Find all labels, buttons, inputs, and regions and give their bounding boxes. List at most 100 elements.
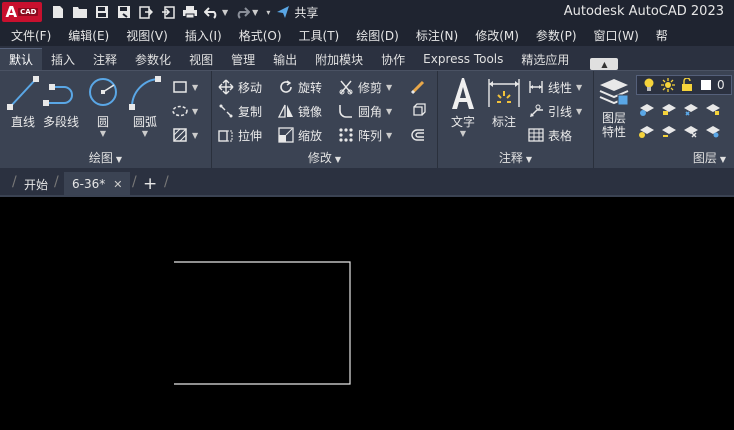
layer-freeze-icon[interactable] [682, 101, 698, 117]
tab-parametric[interactable]: 参数化 [126, 48, 180, 70]
menu-view[interactable]: 视图(V) [115, 27, 174, 44]
fillet-button[interactable]: 圆角 ▼ [338, 101, 392, 121]
tab-collaborate[interactable]: 协作 [372, 48, 414, 70]
menu-modify[interactable]: 修改(M) [464, 27, 525, 44]
rectangle-button[interactable]: ▼ [172, 77, 198, 97]
menu-tools[interactable]: 工具(T) [288, 27, 346, 44]
layer-color-swatch-icon [698, 77, 714, 93]
tab-express-tools[interactable]: Express Tools [414, 48, 512, 70]
layer-properties-button[interactable]: 图层 特性 [598, 75, 630, 139]
copy-button[interactable]: 复制 [218, 101, 262, 121]
tab-annotate[interactable]: 注释 [84, 48, 126, 70]
tab-default[interactable]: 默认 [0, 48, 43, 70]
hatch-button[interactable]: ▼ [172, 125, 198, 145]
explode-button[interactable] [410, 101, 426, 121]
drawing-canvas[interactable] [0, 197, 734, 430]
customize-toolbar-icon[interactable]: ▾ [266, 8, 270, 17]
close-icon[interactable]: ✕ [113, 178, 122, 191]
fillet-dropdown-icon[interactable]: ▼ [386, 107, 392, 116]
layer-previous-icon[interactable] [660, 123, 676, 139]
menu-dimension[interactable]: 标注(N) [405, 27, 464, 44]
open-folder-icon[interactable] [72, 4, 88, 20]
menu-format[interactable]: 格式(O) [228, 27, 288, 44]
menu-help[interactable]: 帮 [645, 27, 674, 44]
save-icon[interactable] [94, 4, 110, 20]
undo-icon[interactable] [204, 4, 220, 20]
menu-edit[interactable]: 编辑(E) [57, 27, 115, 44]
trim-button[interactable]: 修剪 ▼ [338, 77, 392, 97]
layer-isolate-icon[interactable] [660, 101, 676, 117]
layer-thaw-icon[interactable] [704, 123, 720, 139]
import-icon[interactable] [160, 4, 176, 20]
menu-parametric[interactable]: 参数(P) [525, 27, 583, 44]
rectangle-dropdown-icon[interactable]: ▼ [192, 83, 198, 92]
drawn-polyline[interactable] [174, 261, 351, 385]
annotation-panel-title[interactable]: 注释 ▼ [438, 149, 593, 166]
mirror-button[interactable]: 镜像 [278, 101, 322, 121]
tab-view[interactable]: 视图 [180, 48, 222, 70]
new-icon[interactable] [50, 4, 66, 20]
layer-lock-icon[interactable] [704, 101, 720, 117]
menu-window[interactable]: 窗口(W) [583, 27, 645, 44]
menu-draw[interactable]: 绘图(D) [345, 27, 405, 44]
leader-dropdown-icon[interactable]: ▼ [576, 107, 582, 116]
share-button[interactable]: 共享 [276, 4, 318, 21]
tab-manage[interactable]: 管理 [222, 48, 264, 70]
ribbon-minimize-icon[interactable]: ▲ [590, 58, 619, 70]
layer-match-icon[interactable] [638, 123, 654, 139]
ellipse-dropdown-icon[interactable]: ▼ [192, 107, 198, 116]
stretch-button[interactable]: 拉伸 [218, 125, 262, 145]
tab-start[interactable]: 开始 [24, 172, 48, 196]
linear-dropdown-icon[interactable]: ▼ [576, 83, 582, 92]
line-button[interactable]: 直线 [6, 75, 40, 130]
menu-insert[interactable]: 插入(I) [174, 27, 228, 44]
title-bar: A CAD ▼ ▼ ▾ 共享 Autodesk AutoCAD 2023 [0, 0, 734, 24]
scale-button[interactable]: 缩放 [278, 125, 322, 145]
layer-unisolate-icon[interactable] [682, 123, 698, 139]
layers-panel-title[interactable]: 图层 ▼ [594, 149, 734, 166]
circle-dropdown-icon[interactable]: ▼ [100, 129, 106, 138]
redo-dropdown-icon[interactable]: ▼ [252, 8, 258, 17]
dimension-button[interactable]: 标注 [486, 75, 522, 130]
redo-icon[interactable] [234, 4, 251, 20]
print-icon[interactable] [182, 4, 198, 20]
hatch-dropdown-icon[interactable]: ▼ [192, 131, 198, 140]
rotate-icon [278, 79, 294, 95]
circle-button[interactable]: 圆 ▼ [86, 75, 120, 138]
layer-tools-row-2 [638, 121, 720, 141]
trim-dropdown-icon[interactable]: ▼ [386, 83, 392, 92]
drawing-svg [174, 261, 351, 385]
layer-dropdown[interactable]: 0 [636, 75, 732, 95]
tab-featured-apps[interactable]: 精选应用 [512, 48, 578, 70]
chevron-down-icon: ▼ [115, 155, 123, 164]
ellipse-button[interactable]: ▼ [172, 101, 198, 121]
linear-button[interactable]: 线性 ▼ [528, 77, 582, 97]
tab-insert[interactable]: 插入 [42, 48, 84, 70]
tab-output[interactable]: 输出 [264, 48, 306, 70]
save-as-icon[interactable] [116, 4, 132, 20]
text-dropdown-icon[interactable]: ▼ [460, 129, 466, 138]
export-icon[interactable] [138, 4, 154, 20]
arc-button[interactable]: 圆弧 ▼ [128, 75, 162, 138]
rotate-button[interactable]: 旋转 [278, 77, 322, 97]
lightbulb-icon [641, 77, 657, 93]
tab-drawing-6-36[interactable]: 6-36* ✕ [64, 172, 131, 196]
polyline-button[interactable]: 多段线 [42, 75, 80, 130]
undo-dropdown-icon[interactable]: ▼ [222, 8, 228, 17]
text-button[interactable]: 文字 ▼ [446, 75, 480, 138]
leader-button[interactable]: 引线 ▼ [528, 101, 582, 121]
offset-button[interactable] [410, 125, 426, 145]
table-button[interactable]: 表格 [528, 125, 572, 145]
app-logo[interactable]: A CAD [2, 2, 42, 22]
layer-off-icon[interactable] [638, 101, 654, 117]
tab-addins[interactable]: 附加模块 [306, 48, 372, 70]
array-dropdown-icon[interactable]: ▼ [386, 131, 392, 140]
new-tab-button[interactable]: + [143, 172, 157, 196]
move-button[interactable]: 移动 [218, 77, 262, 97]
menu-file[interactable]: 文件(F) [0, 27, 57, 44]
erase-button[interactable] [410, 77, 426, 97]
array-button[interactable]: 阵列 ▼ [338, 125, 392, 145]
draw-panel-title[interactable]: 绘图 ▼ [0, 149, 211, 166]
modify-panel-title[interactable]: 修改 ▼ [212, 149, 437, 166]
arc-dropdown-icon[interactable]: ▼ [142, 129, 148, 138]
